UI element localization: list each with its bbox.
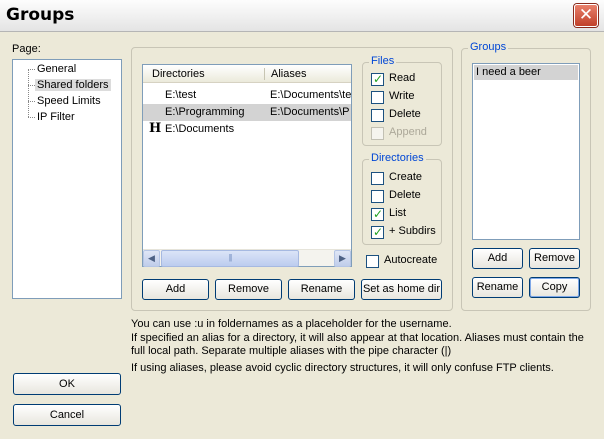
horizontal-scrollbar[interactable]: ◀ ||| ▶ (143, 249, 351, 267)
tree-item-general[interactable]: General (37, 63, 76, 75)
directory-alias: E:\Documents\te (270, 89, 352, 101)
checkbox-box[interactable] (371, 190, 384, 203)
checkbox-label[interactable]: List (389, 207, 406, 219)
scroll-left-button[interactable]: ◀ (143, 250, 160, 267)
scroll-thumb[interactable]: ||| (161, 250, 299, 267)
checkbox-label[interactable]: Delete (389, 189, 421, 201)
directory-row[interactable]: H E:\Documents (143, 121, 351, 138)
remove-group-button[interactable]: Remove (529, 248, 580, 269)
ok-button[interactable]: OK (13, 373, 121, 395)
checkbox-label[interactable]: Delete (389, 108, 421, 120)
checkbox-box[interactable] (371, 172, 384, 185)
directory-alias: E:\Documents\P (270, 106, 350, 118)
checkbox-label[interactable]: Create (389, 171, 422, 183)
tree-item-ip-filter[interactable]: IP Filter (37, 111, 75, 123)
column-separator[interactable] (264, 68, 265, 80)
rename-directory-button[interactable]: Rename (288, 279, 355, 300)
groups-panel-title: Groups (468, 41, 509, 53)
directory-path: E:\Documents (165, 123, 235, 135)
group-list: I need a beer (472, 63, 580, 240)
tree-connector (28, 69, 29, 117)
checkbox-box[interactable] (366, 255, 379, 268)
remove-directory-button[interactable]: Remove (215, 279, 282, 300)
note-placeholder: You can use :u in foldernames as a place… (131, 318, 452, 330)
column-aliases[interactable]: Aliases (271, 68, 306, 80)
checkbox-box[interactable] (371, 72, 384, 86)
grip-icon: ||| (228, 253, 232, 262)
checkbox-label[interactable]: Write (389, 90, 414, 102)
checkbox-box[interactable] (371, 207, 384, 221)
column-directories[interactable]: Directories (152, 68, 205, 80)
checkbox-label[interactable]: Read (389, 72, 415, 84)
tree-tick (28, 101, 35, 102)
arrow-left-icon[interactable]: ◀ (148, 253, 155, 263)
add-directory-button[interactable]: Add (142, 279, 209, 300)
files-group-title: Files (369, 55, 397, 67)
scroll-right-button[interactable]: ▶ (334, 250, 351, 267)
directory-path: E:\test (165, 89, 197, 101)
directory-row-selected[interactable]: E:\Programming E:\Documents\P (143, 104, 351, 121)
files-group: Files Read Write Delete Append (362, 55, 442, 146)
tree-item-shared-folders[interactable]: Shared folders (35, 79, 111, 91)
checkbox-label[interactable]: Autocreate (384, 254, 437, 266)
checkbox-box[interactable] (371, 109, 384, 122)
rename-group-button[interactable]: Rename (472, 277, 523, 298)
window-title: Groups (6, 5, 75, 25)
checkbox-label: Append (389, 126, 427, 138)
list-header: Directories Aliases (143, 65, 351, 83)
close-icon[interactable]: ✕ (579, 5, 593, 25)
tree-tick (28, 69, 35, 70)
copy-group-button[interactable]: Copy (529, 277, 580, 298)
directories-group-title: Directories (369, 152, 426, 164)
tree-tick (28, 85, 35, 86)
note-cyclic: If using aliases, please avoid cyclic di… (131, 362, 554, 374)
checkbox-box (371, 127, 384, 140)
checkbox-box[interactable] (371, 91, 384, 104)
add-group-button[interactable]: Add (472, 248, 523, 269)
set-home-dir-button[interactable]: Set as home dir (361, 279, 442, 300)
note-aliases: If specified an alias for a directory, i… (131, 332, 584, 357)
group-list-item[interactable]: I need a beer (474, 65, 578, 80)
page-tree: General Shared folders Speed Limits IP F… (12, 59, 122, 299)
page-label: Page: (12, 43, 41, 55)
tree-item-speed-limits[interactable]: Speed Limits (37, 95, 101, 107)
directory-row[interactable]: E:\test E:\Documents\te (143, 87, 351, 104)
groups-panel: Groups I need a beer Add Remove Rename C… (461, 41, 591, 311)
checkbox-label[interactable]: + Subdirs (389, 225, 436, 237)
title-bar: Groups ✕ (0, 0, 604, 32)
tree-tick (28, 117, 35, 118)
arrow-right-icon[interactable]: ▶ (339, 253, 346, 263)
close-button[interactable]: ✕ (574, 4, 598, 27)
cancel-button[interactable]: Cancel (13, 404, 121, 426)
checkbox-box[interactable] (371, 225, 384, 239)
directories-group: Directories Create Delete List + Subdirs (362, 152, 442, 245)
home-dir-marker: H (149, 121, 162, 136)
directory-path: E:\Programming (165, 106, 245, 118)
shared-folders-panel: Directories Aliases E:\test E:\Documents… (131, 47, 453, 311)
directory-list: Directories Aliases E:\test E:\Documents… (142, 64, 352, 267)
